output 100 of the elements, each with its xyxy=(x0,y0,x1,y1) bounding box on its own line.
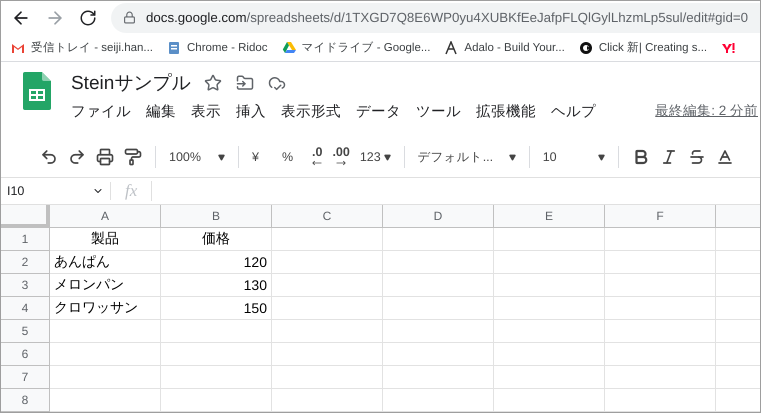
reload-button[interactable] xyxy=(79,8,97,27)
empty-cell[interactable] xyxy=(272,297,383,320)
empty-cell[interactable] xyxy=(605,228,716,252)
empty-cell[interactable] xyxy=(383,251,494,274)
select-all-corner[interactable] xyxy=(1,205,50,228)
document-icon xyxy=(167,40,181,55)
empty-cell[interactable] xyxy=(272,228,383,252)
empty-cell[interactable] xyxy=(494,320,605,344)
row-header[interactable]: 2 xyxy=(1,251,50,274)
empty-cell[interactable] xyxy=(272,274,383,298)
table-cell: 製品 xyxy=(50,228,161,252)
document-title[interactable]: Steinサンプル xyxy=(71,70,190,96)
caret-icon xyxy=(384,154,391,161)
empty-cell[interactable] xyxy=(161,343,272,366)
bookmark[interactable]: Chrome - Ridoc xyxy=(167,40,268,55)
empty-cell[interactable] xyxy=(383,389,494,412)
caret-icon xyxy=(598,154,605,161)
empty-cell[interactable] xyxy=(494,297,605,320)
column-header[interactable]: A xyxy=(50,205,161,228)
menu-item[interactable]: 挿入 xyxy=(236,102,266,121)
table-cell: あんぱん xyxy=(50,251,161,274)
menu-item[interactable]: ツール xyxy=(416,102,461,121)
row-header[interactable]: 1 xyxy=(1,228,50,252)
empty-cell[interactable] xyxy=(605,251,716,274)
empty-cell[interactable] xyxy=(272,320,383,344)
table-cell: 130 xyxy=(161,274,272,298)
zoom-dropdown[interactable]: 100% xyxy=(166,147,228,168)
move-folder-icon[interactable] xyxy=(236,74,254,92)
logo-icon xyxy=(721,40,736,55)
empty-cell[interactable] xyxy=(272,389,383,412)
address-bar[interactable]: docs.google.com/spreadsheets/d/1TXGD7Q8E6WP0yu4XUBKfEeJafpFLQlGylLhzmLp5sul/edit#gid=0 xyxy=(111,2,760,33)
empty-cell[interactable] xyxy=(161,389,272,412)
logo-icon xyxy=(444,40,458,55)
row-header[interactable]: 5 xyxy=(1,320,50,344)
empty-cell[interactable] xyxy=(494,274,605,298)
empty-cell[interactable] xyxy=(383,228,494,252)
menu-item[interactable]: 表示形式 xyxy=(281,102,341,121)
empty-cell[interactable] xyxy=(494,366,605,390)
column-header[interactable]: C xyxy=(272,205,383,228)
column-header[interactable]: E xyxy=(494,205,605,228)
empty-cell[interactable] xyxy=(383,297,494,320)
empty-cell[interactable] xyxy=(494,228,605,252)
row-header[interactable]: 7 xyxy=(1,366,50,390)
drive-icon xyxy=(282,40,296,55)
logo-icon xyxy=(578,40,593,55)
column-header[interactable]: D xyxy=(383,205,494,228)
empty-cell[interactable] xyxy=(272,343,383,366)
empty-cell[interactable] xyxy=(383,320,494,344)
bookmark[interactable]: マイドライブ - Google... xyxy=(282,40,430,56)
star-icon[interactable] xyxy=(204,74,222,92)
bookmark[interactable] xyxy=(721,40,736,55)
caret-icon xyxy=(508,154,516,161)
empty-cell[interactable] xyxy=(494,251,605,274)
menu-item[interactable]: ヘルプ xyxy=(551,102,596,121)
sheets-logo-icon xyxy=(23,72,51,110)
row-header[interactable]: 6 xyxy=(1,343,50,366)
empty-cell[interactable] xyxy=(605,274,716,298)
caret-icon xyxy=(218,154,225,161)
percent-button[interactable]: % xyxy=(279,147,305,168)
empty-cell[interactable] xyxy=(161,320,272,344)
empty-cell[interactable] xyxy=(605,297,716,320)
column-header[interactable]: F xyxy=(605,205,716,228)
currency-button[interactable]: ¥ xyxy=(249,147,275,168)
menu-item[interactable]: 拡張機能 xyxy=(476,102,536,121)
empty-cell[interactable] xyxy=(161,366,272,390)
table-cell: 価格 xyxy=(161,228,272,252)
empty-cell[interactable] xyxy=(605,343,716,366)
bookmark[interactable]: 受信トレイ - seiji.han... xyxy=(11,40,153,56)
bookmark[interactable]: Adalo - Build Your... xyxy=(444,40,565,55)
last-edit-link[interactable]: 最終編集: 2 分前 xyxy=(655,102,758,120)
empty-cell[interactable] xyxy=(494,389,605,412)
row-header[interactable]: 4 xyxy=(1,297,50,320)
lock-icon xyxy=(123,11,136,24)
function-label: fx xyxy=(111,180,152,201)
font-dropdown[interactable]: デフォルト... xyxy=(414,146,519,169)
font-size-dropdown[interactable]: 10 xyxy=(540,147,608,168)
decrease-decimal-button[interactable]: .0 xyxy=(309,146,326,168)
column-header[interactable]: B xyxy=(161,205,272,228)
number-format-dropdown[interactable]: 123 xyxy=(356,147,394,168)
empty-cell[interactable] xyxy=(494,343,605,366)
menu-item[interactable]: 表示 xyxy=(191,102,221,121)
menu-item[interactable]: 編集 xyxy=(146,102,176,121)
name-box[interactable]: I10 xyxy=(1,182,111,200)
empty-cell[interactable] xyxy=(383,274,494,298)
column-header[interactable] xyxy=(716,205,760,228)
menu-item[interactable]: ファイル xyxy=(71,102,131,121)
row-header[interactable]: 3 xyxy=(1,274,50,298)
bookmark[interactable]: Click 新| Creating s... xyxy=(578,40,708,56)
empty-cell[interactable] xyxy=(383,366,494,390)
empty-cell[interactable] xyxy=(605,389,716,412)
table-cell: 120 xyxy=(161,251,272,274)
menu-item[interactable]: データ xyxy=(356,102,401,121)
row-header[interactable]: 8 xyxy=(1,389,50,412)
table-cell: メロンパン xyxy=(50,274,161,298)
empty-cell[interactable] xyxy=(605,320,716,344)
empty-cell[interactable] xyxy=(383,343,494,366)
empty-cell[interactable] xyxy=(272,251,383,274)
empty-cell[interactable] xyxy=(272,366,383,390)
increase-decimal-button[interactable]: .00 xyxy=(329,146,353,168)
empty-cell[interactable] xyxy=(605,366,716,390)
